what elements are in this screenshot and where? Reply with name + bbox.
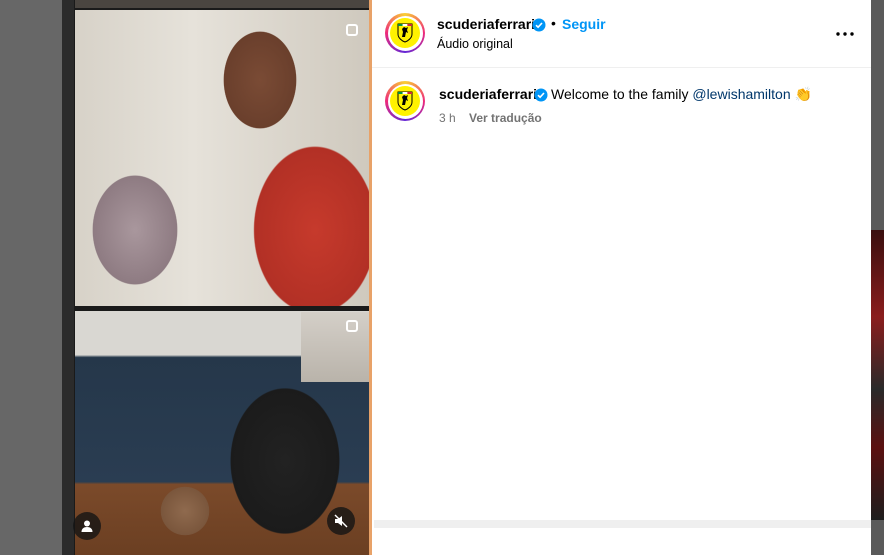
- more-options-icon: [836, 32, 854, 36]
- post-caption: scuderiaferrari Welcome to the family @l…: [372, 68, 871, 528]
- caption-mention[interactable]: @lewishamilton: [692, 86, 790, 102]
- caption-username[interactable]: scuderiaferrari: [439, 86, 537, 102]
- comments-divider: [374, 520, 871, 528]
- media-tile-strip: [75, 0, 369, 8]
- caption-meta: 3 h Ver tradução: [439, 111, 552, 125]
- caption-username-wrap: scuderiaferrari: [439, 86, 537, 102]
- caption-message: Welcome to the family: [551, 86, 689, 102]
- background-post-thumbnail: [871, 230, 884, 520]
- ferrari-shield-icon: [397, 91, 413, 111]
- follow-button[interactable]: Seguir: [562, 16, 606, 32]
- user-icon: [81, 520, 93, 532]
- verified-badge-icon: [532, 18, 546, 32]
- clapping-hands-emoji: 👏: [794, 86, 812, 102]
- carousel-icon: [346, 320, 358, 332]
- account-username[interactable]: scuderiaferrari: [437, 16, 535, 32]
- separator-dot: •: [551, 15, 556, 31]
- avatar[interactable]: [385, 13, 425, 53]
- media-countertop: [301, 312, 369, 382]
- media-photo-hoodie[interactable]: [75, 10, 369, 306]
- post-timestamp[interactable]: 3 h: [439, 111, 456, 125]
- ferrari-shield-icon: [397, 23, 413, 43]
- media-edge: [62, 0, 74, 555]
- translate-button[interactable]: Ver tradução: [469, 111, 542, 125]
- post-modal: scuderiaferrari • Seguir Áudio original: [62, 0, 871, 555]
- caption-avatar[interactable]: [385, 81, 425, 121]
- verified-badge-icon: [534, 88, 548, 102]
- dimmed-backdrop-left[interactable]: [0, 0, 62, 555]
- caption-body: Welcome to the family @lewishamilton 👏: [551, 86, 812, 103]
- tagged-user-button[interactable]: [73, 512, 101, 540]
- post-header: scuderiaferrari • Seguir Áudio original: [372, 0, 871, 68]
- audio-link[interactable]: Áudio original: [437, 37, 513, 51]
- mute-toggle-button[interactable]: [327, 507, 355, 535]
- muted-speaker-icon: [334, 514, 348, 528]
- reel-icon: [346, 24, 358, 36]
- more-options-button[interactable]: [833, 22, 857, 46]
- post-media[interactable]: [62, 0, 372, 555]
